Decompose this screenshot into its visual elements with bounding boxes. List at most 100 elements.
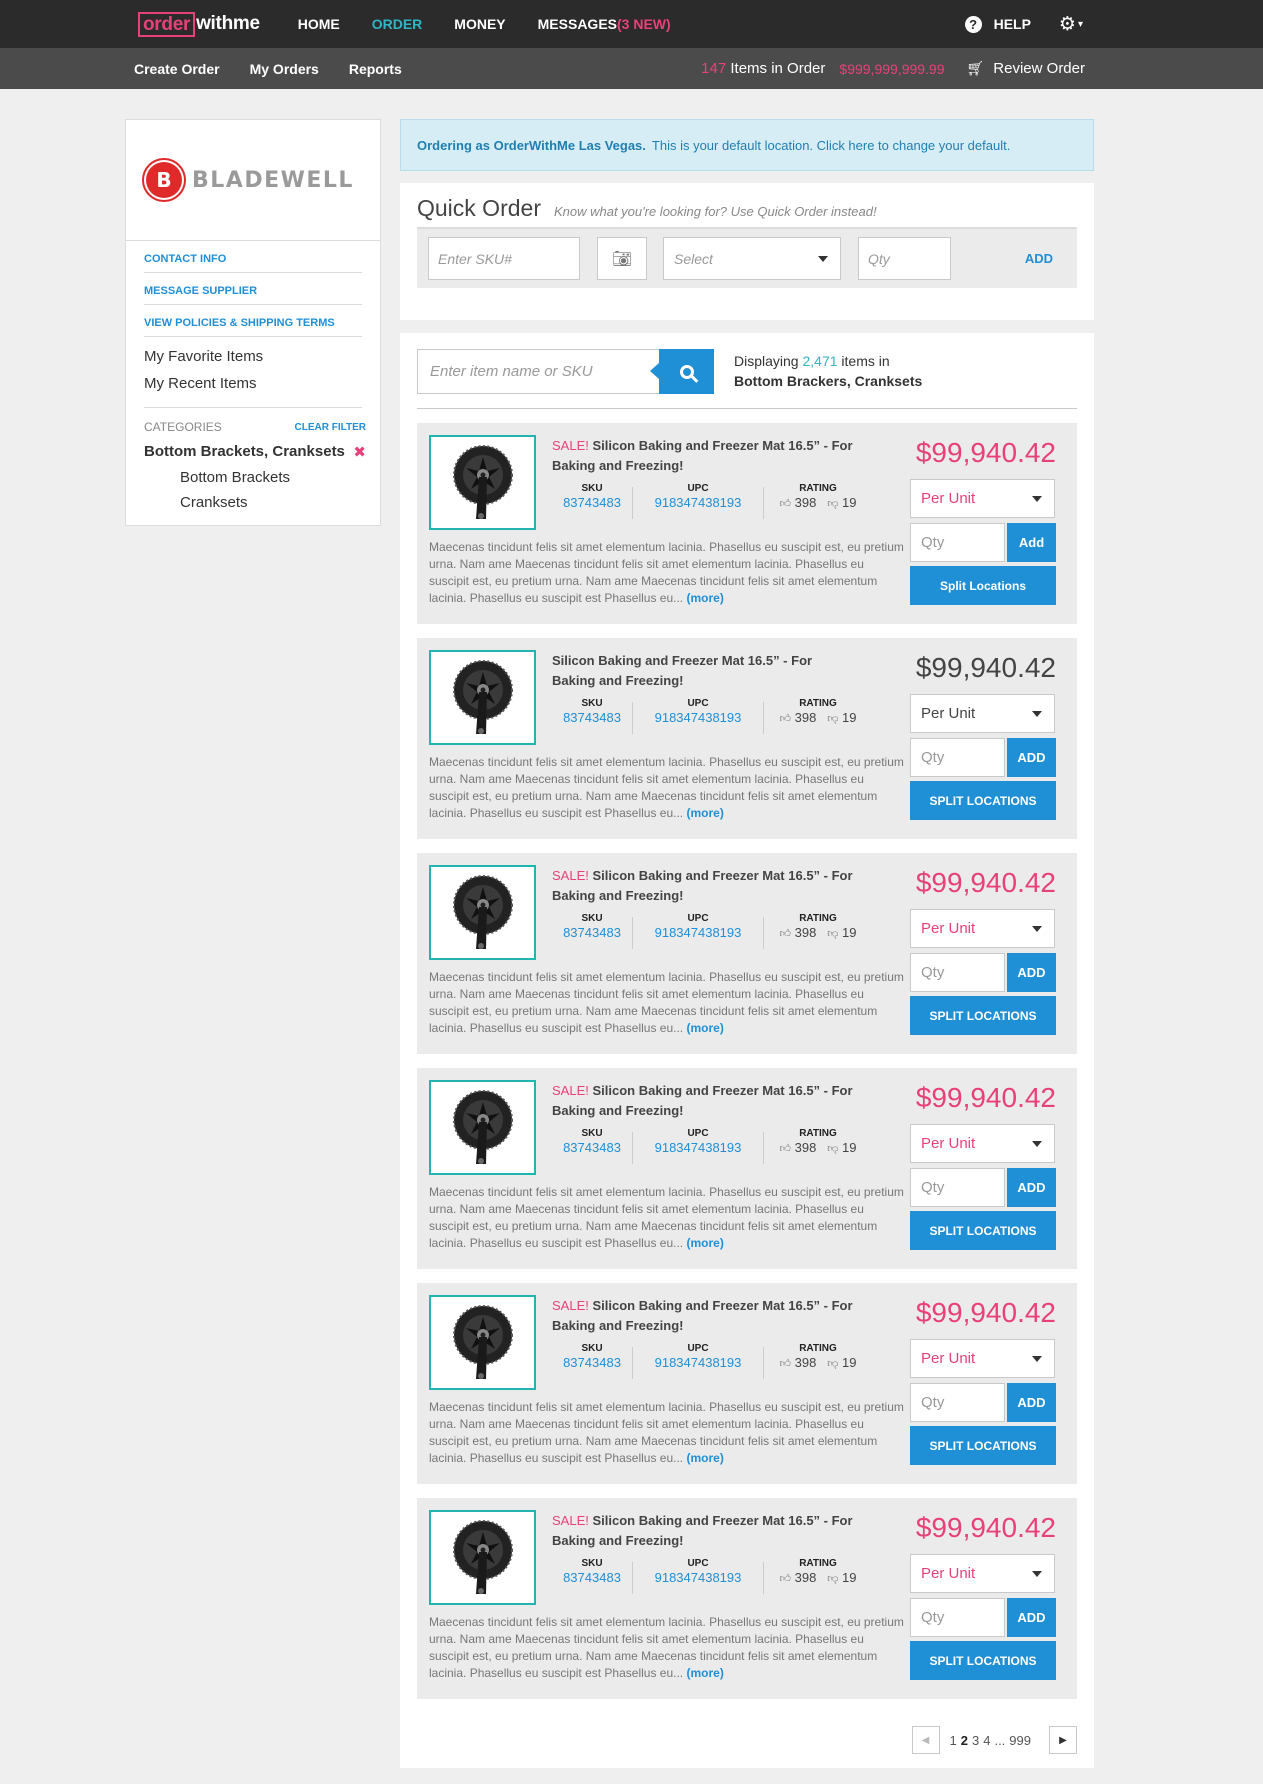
unit-select[interactable]: Per Unit: [910, 909, 1055, 948]
view-policies-link[interactable]: VIEW POLICIES & SHIPPING TERMS: [144, 305, 362, 337]
upc-value[interactable]: 918347438193: [633, 925, 763, 940]
unit-select[interactable]: Per Unit: [910, 1124, 1055, 1163]
unit-select[interactable]: Per Unit: [910, 479, 1055, 518]
unit-select[interactable]: Per Unit: [910, 1339, 1055, 1378]
sku-value[interactable]: 83743483: [552, 1140, 632, 1155]
qty-input[interactable]: Qty: [910, 1383, 1005, 1422]
thumbs-down-icon[interactable]: 👎︎: [827, 928, 838, 940]
sku-value[interactable]: 83743483: [552, 925, 632, 940]
nav-order[interactable]: ORDER: [372, 16, 423, 32]
help-icon[interactable]: ?: [964, 15, 982, 33]
qty-input[interactable]: Qty: [910, 738, 1005, 777]
upc-value[interactable]: 918347438193: [633, 495, 763, 510]
thumbs-down-icon[interactable]: 👎︎: [827, 1358, 838, 1370]
more-link[interactable]: (more): [686, 1666, 723, 1680]
review-order-link[interactable]: Review Order: [993, 60, 1085, 77]
gear-icon[interactable]: ⚙: [1059, 13, 1076, 36]
split-locations-button[interactable]: SPLIT LOCATIONS: [910, 1211, 1056, 1250]
qty-input[interactable]: Qty: [910, 523, 1005, 562]
message-supplier-link[interactable]: MESSAGE SUPPLIER: [144, 273, 362, 305]
product-title[interactable]: SALE! Silicon Baking and Freezer Mat 16.…: [552, 1296, 872, 1336]
upc-value[interactable]: 918347438193: [633, 1570, 763, 1585]
page-number[interactable]: 3: [972, 1733, 979, 1748]
quick-order-qty-input[interactable]: Qty: [858, 237, 951, 280]
more-link[interactable]: (more): [686, 806, 723, 820]
thumbs-up-icon[interactable]: 👍︎: [780, 928, 792, 940]
split-locations-button[interactable]: SPLIT LOCATIONS: [910, 1641, 1056, 1680]
unit-select[interactable]: Per Unit: [910, 694, 1055, 733]
page-number[interactable]: 4: [983, 1733, 990, 1748]
close-icon[interactable]: ✖: [353, 443, 366, 461]
product-title[interactable]: SALE! Silicon Baking and Freezer Mat 16.…: [552, 1511, 872, 1551]
upc-value[interactable]: 918347438193: [633, 1140, 763, 1155]
sku-value[interactable]: 83743483: [552, 1355, 632, 1370]
orderwithme-logo[interactable]: order withme: [138, 11, 260, 37]
add-button[interactable]: Add: [1007, 523, 1056, 562]
chevron-left-icon[interactable]: ◀: [911, 1726, 940, 1754]
item-search-input[interactable]: Enter item name or SKU: [417, 349, 659, 394]
cart-icon[interactable]: 🛒︎: [967, 60, 985, 77]
page-number[interactable]: 2: [961, 1733, 968, 1748]
product-title[interactable]: Silicon Baking and Freezer Mat 16.5” - F…: [552, 651, 852, 691]
product-image[interactable]: [429, 1295, 536, 1390]
active-category[interactable]: Bottom Brackets, Cranksets ✖: [144, 443, 366, 461]
create-order-link[interactable]: Create Order: [134, 61, 220, 77]
split-locations-button[interactable]: SPLIT LOCATIONS: [910, 1426, 1056, 1465]
camera-icon[interactable]: 📷︎: [597, 237, 647, 280]
sku-value[interactable]: 83743483: [552, 1570, 632, 1585]
split-locations-button[interactable]: SPLIT LOCATIONS: [910, 781, 1056, 820]
my-recent-items-link[interactable]: My Recent Items: [144, 368, 362, 395]
sku-input[interactable]: Enter SKU#: [428, 237, 580, 280]
split-locations-button[interactable]: SPLIT LOCATIONS: [910, 996, 1056, 1035]
product-image[interactable]: [429, 435, 536, 530]
thumbs-up-icon[interactable]: 👍︎: [780, 713, 792, 725]
reports-link[interactable]: Reports: [349, 61, 402, 77]
nav-messages[interactable]: MESSAGES(3 new): [538, 16, 671, 32]
add-button[interactable]: ADD: [1007, 1598, 1056, 1637]
upc-value[interactable]: 918347438193: [633, 710, 763, 725]
product-image[interactable]: [429, 1510, 536, 1605]
clear-filter-link[interactable]: CLEAR FILTER: [295, 422, 366, 433]
subcategory-cranksets[interactable]: Cranksets: [144, 486, 362, 511]
thumbs-up-icon[interactable]: 👍︎: [780, 1573, 792, 1585]
more-link[interactable]: (more): [686, 1236, 723, 1250]
add-button[interactable]: ADD: [1007, 953, 1056, 992]
product-title[interactable]: SALE! Silicon Baking and Freezer Mat 16.…: [552, 866, 872, 906]
more-link[interactable]: (more): [686, 1021, 723, 1035]
quick-order-select[interactable]: Select: [663, 237, 841, 280]
product-image[interactable]: [429, 865, 536, 960]
page-number[interactable]: 1: [950, 1733, 957, 1748]
product-image[interactable]: [429, 650, 536, 745]
thumbs-down-icon[interactable]: 👎︎: [827, 713, 838, 725]
page-number[interactable]: 999: [1009, 1733, 1031, 1748]
chevron-right-icon[interactable]: ▶: [1049, 1726, 1077, 1754]
add-button[interactable]: ADD: [1007, 738, 1056, 777]
product-image[interactable]: [429, 1080, 536, 1175]
default-location-alert[interactable]: Ordering as OrderWithMe Las Vegas. This …: [400, 119, 1094, 171]
qty-input[interactable]: Qty: [910, 1598, 1005, 1637]
sku-value[interactable]: 83743483: [552, 495, 632, 510]
thumbs-down-icon[interactable]: 👎︎: [827, 1573, 838, 1585]
my-orders-link[interactable]: My Orders: [250, 61, 319, 77]
subcategory-bottom-brackets[interactable]: Bottom Brackets: [144, 461, 362, 486]
thumbs-down-icon[interactable]: 👎︎: [827, 498, 838, 510]
thumbs-down-icon[interactable]: 👎︎: [827, 1143, 838, 1155]
qty-input[interactable]: Qty: [910, 1168, 1005, 1207]
qty-input[interactable]: Qty: [910, 953, 1005, 992]
nav-money[interactable]: MONEY: [454, 16, 505, 32]
thumbs-up-icon[interactable]: 👍︎: [780, 1358, 792, 1370]
unit-select[interactable]: Per Unit: [910, 1554, 1055, 1593]
more-link[interactable]: (more): [686, 591, 723, 605]
contact-info-link[interactable]: CONTACT INFO: [144, 241, 362, 273]
my-favorite-items-link[interactable]: My Favorite Items: [144, 337, 362, 368]
add-button[interactable]: ADD: [1007, 1168, 1056, 1207]
product-title[interactable]: SALE! Silicon Baking and Freezer Mat 16.…: [552, 436, 872, 476]
alert-text[interactable]: This is your default location. Click her…: [652, 138, 1010, 153]
quick-order-add-button[interactable]: ADD: [1025, 251, 1053, 266]
chevron-down-icon[interactable]: ▾: [1078, 19, 1083, 30]
split-locations-button[interactable]: Split Locations: [910, 566, 1056, 605]
thumbs-up-icon[interactable]: 👍︎: [780, 1143, 792, 1155]
nav-home[interactable]: HOME: [298, 16, 340, 32]
more-link[interactable]: (more): [686, 1451, 723, 1465]
search-button[interactable]: [650, 349, 714, 394]
